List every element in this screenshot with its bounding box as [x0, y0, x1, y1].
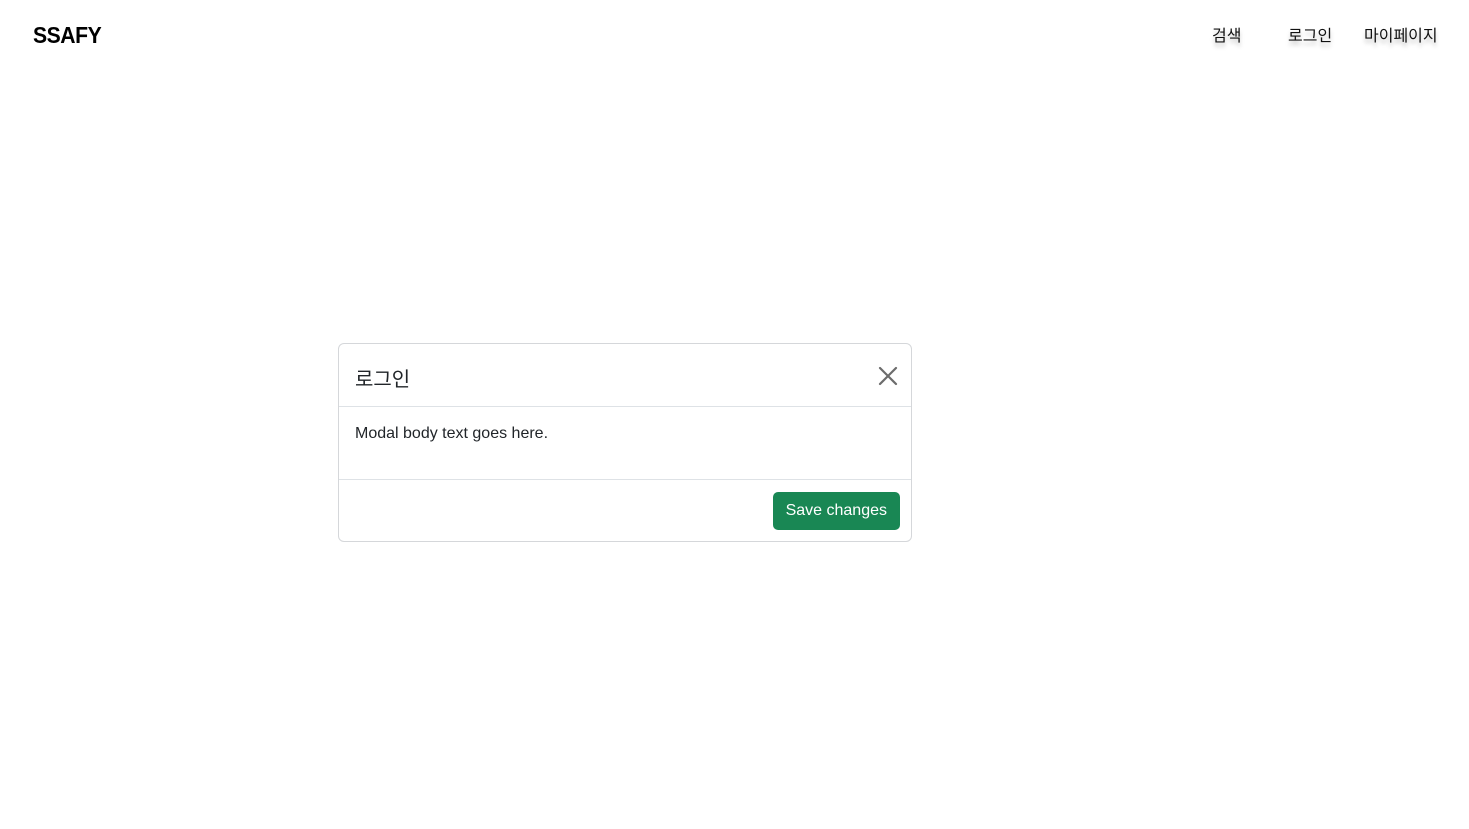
- modal-title: 로그인: [355, 369, 411, 391]
- brand-logo[interactable]: SSAFY: [33, 22, 102, 49]
- modal-header: 로그인: [339, 344, 911, 407]
- save-changes-button[interactable]: Save changes: [772, 492, 900, 530]
- modal-body: Modal body text goes here.: [339, 407, 911, 480]
- close-icon: [878, 366, 898, 386]
- nav-link-login[interactable]: 로그인: [1288, 22, 1332, 46]
- modal-body-text: Modal body text goes here.: [355, 425, 549, 442]
- login-modal: 로그인 Modal body text goes here. Save chan…: [338, 343, 912, 542]
- navbar: SSAFY 검색 로그인 마이페이지: [0, 0, 1469, 72]
- modal-footer: Save changes: [339, 480, 911, 542]
- nav-link-mypage[interactable]: 마이페이지: [1364, 22, 1438, 46]
- nav-link-search[interactable]: 검색: [1212, 22, 1241, 46]
- close-button[interactable]: [875, 363, 901, 389]
